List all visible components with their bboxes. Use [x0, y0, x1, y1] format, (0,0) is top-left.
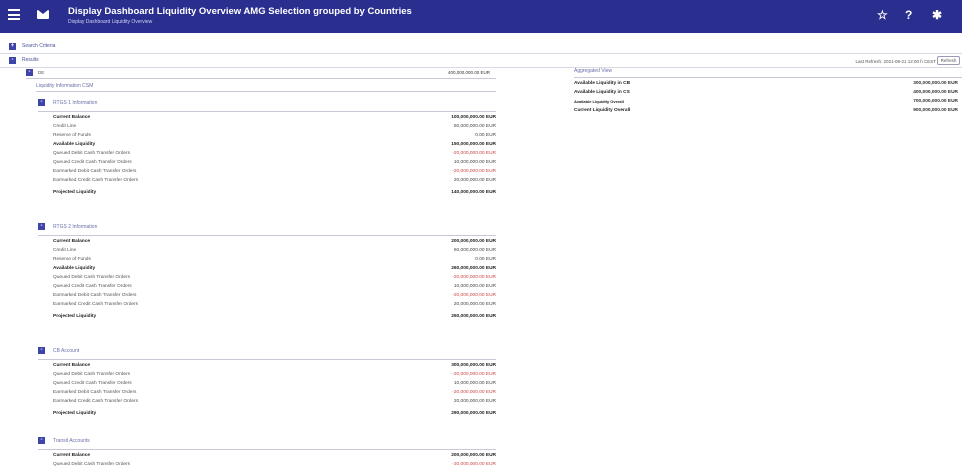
section-header[interactable]: - Transit Accounts	[38, 436, 496, 447]
collapse-icon[interactable]: -	[9, 57, 16, 64]
section-header[interactable]: - RTGS 2 Information	[38, 222, 496, 233]
row-projected-liquidity: Projected Liquidity 140,000,000.00 EUR	[53, 190, 496, 195]
row-current-balance: Current Balance 200,000,000.00 EUR	[53, 453, 496, 458]
row-projected-liquidity: Projected Liquidity 290,000,000.00 EUR	[53, 411, 496, 416]
results-bar[interactable]: - Results	[0, 53, 962, 68]
agg-row-cs: Available Liquidity in CS 400,000,000.00 …	[574, 90, 958, 95]
row-queued-credit: Queued Credit Cash Transfer Orders 10,000…	[53, 381, 496, 386]
row-queued-credit: Queued Credit Cash Transfer Orders 10,000…	[53, 284, 496, 289]
row-earmarked-credit: Earmarked Credit Cash Transfer Orders 20,…	[53, 302, 496, 307]
row-reserve-of-funds: Reserve of Funds 0.00 EUR	[53, 133, 496, 138]
collapse-icon[interactable]: -	[38, 437, 45, 444]
section-rtgs-1: - RTGS 1 Information Current Balance 100,…	[38, 98, 496, 199]
row-credit-line: Credit Line 50,000,000.00 EUR	[53, 124, 496, 129]
liquidity-information-label: Liquidity Information CSM	[36, 83, 94, 89]
row-current-balance: Current Balance 100,000,000.00 EUR	[53, 115, 496, 120]
section-title: CB Account	[53, 348, 80, 354]
row-queued-debit: Queued Debit Cash Transfer Orders -20,000…	[53, 372, 496, 377]
section-cb-account: - CB Account Current Balance 300,000,000.…	[38, 346, 496, 420]
collapse-icon[interactable]: -	[38, 223, 45, 230]
collapse-icon[interactable]: -	[38, 347, 45, 354]
row-earmarked-debit: Earmarked Debit Cash Transfer Orders -20,…	[53, 293, 496, 298]
results-label: Results	[22, 57, 39, 63]
row-current-balance: Current Balance 200,000,000.00 EUR	[53, 239, 496, 244]
aggregated-view: Aggregated View Available Liquidity in C…	[574, 68, 962, 116]
search-criteria-bar[interactable]: + Search Criteria	[0, 39, 962, 54]
row-queued-debit: Queued Debit Cash Transfer Orders -20,000…	[53, 275, 496, 280]
row-projected-liquidity: Projected Liquidity 250,000,000.00 EUR	[53, 314, 496, 319]
row-queued-credit: Queued Credit Cash Transfer Orders 10,000…	[53, 160, 496, 165]
group-value: 400,000,000.00 EUR	[447, 70, 490, 75]
row-available-liquidity: Available Liquidity 150,000,000.00 EUR	[53, 142, 496, 147]
help-icon[interactable]: ?	[905, 8, 912, 22]
section-transit-accounts: - Transit Accounts Current Balance 200,00…	[38, 436, 496, 469]
agg-row-available-overall: Available Liquidity Overall 700,000,000.0…	[574, 99, 958, 104]
group-label: DE	[38, 70, 45, 75]
page-title: Display Dashboard Liquidity Overview AMG…	[68, 6, 412, 17]
row-queued-debit: Queued Debit Cash Transfer Orders -20,000…	[53, 151, 496, 156]
row-earmarked-credit: Earmarked Credit Cash Transfer Orders 20,…	[53, 178, 496, 183]
section-title: RTGS 2 Information	[53, 224, 98, 230]
row-reserve-of-funds: Reserve of Funds 0.00 EUR	[53, 257, 496, 262]
agg-row-cb: Available Liquidity in CB 300,000,000.00 …	[574, 81, 958, 86]
aggregated-view-title: Aggregated View	[574, 68, 612, 74]
row-earmarked-credit: Earmarked Credit Cash Transfer Orders 20,…	[53, 399, 496, 404]
row-earmarked-debit: Earmarked Debit Cash Transfer Orders -20,…	[53, 169, 496, 174]
section-header[interactable]: - CB Account	[38, 346, 496, 357]
search-criteria-label: Search Criteria	[22, 43, 56, 49]
row-available-liquidity: Available Liquidity 260,000,000.00 EUR	[53, 266, 496, 271]
divider	[36, 91, 496, 92]
row-earmarked-debit: Earmarked Debit Cash Transfer Orders -20,…	[53, 390, 496, 395]
group-collapse-icon[interactable]: -	[26, 69, 33, 76]
section-title: RTGS 1 Information	[53, 100, 98, 106]
mail-icon[interactable]	[37, 10, 49, 19]
expand-icon[interactable]: +	[9, 43, 16, 50]
row-queued-debit: Queued Debit Cash Transfer Orders -20,000…	[53, 462, 496, 467]
divider	[26, 78, 496, 79]
section-header[interactable]: - RTGS 1 Information	[38, 98, 496, 109]
star-icon[interactable]: ☆	[877, 8, 888, 22]
section-rtgs-2: - RTGS 2 Information Current Balance 200,…	[38, 222, 496, 323]
menu-icon[interactable]	[8, 9, 20, 20]
refresh-button[interactable]: Refresh	[937, 56, 960, 65]
page-subtitle: Display Dashboard Liquidity Overview	[68, 19, 153, 25]
app-header: Display Dashboard Liquidity Overview AMG…	[0, 0, 962, 33]
section-title: Transit Accounts	[53, 438, 90, 444]
agg-row-current-overall: Current Liquidity Overall 900,000,000.00 …	[574, 108, 958, 113]
gear-icon[interactable]: ✱	[932, 8, 942, 22]
last-refresh-text: Last Refresh: 2021-08-21 12:00 h CEST	[855, 59, 936, 64]
row-current-balance: Current Balance 300,000,000.00 EUR	[53, 363, 496, 368]
collapse-icon[interactable]: -	[38, 99, 45, 106]
row-credit-line: Credit Line 60,000,000.00 EUR	[53, 248, 496, 253]
